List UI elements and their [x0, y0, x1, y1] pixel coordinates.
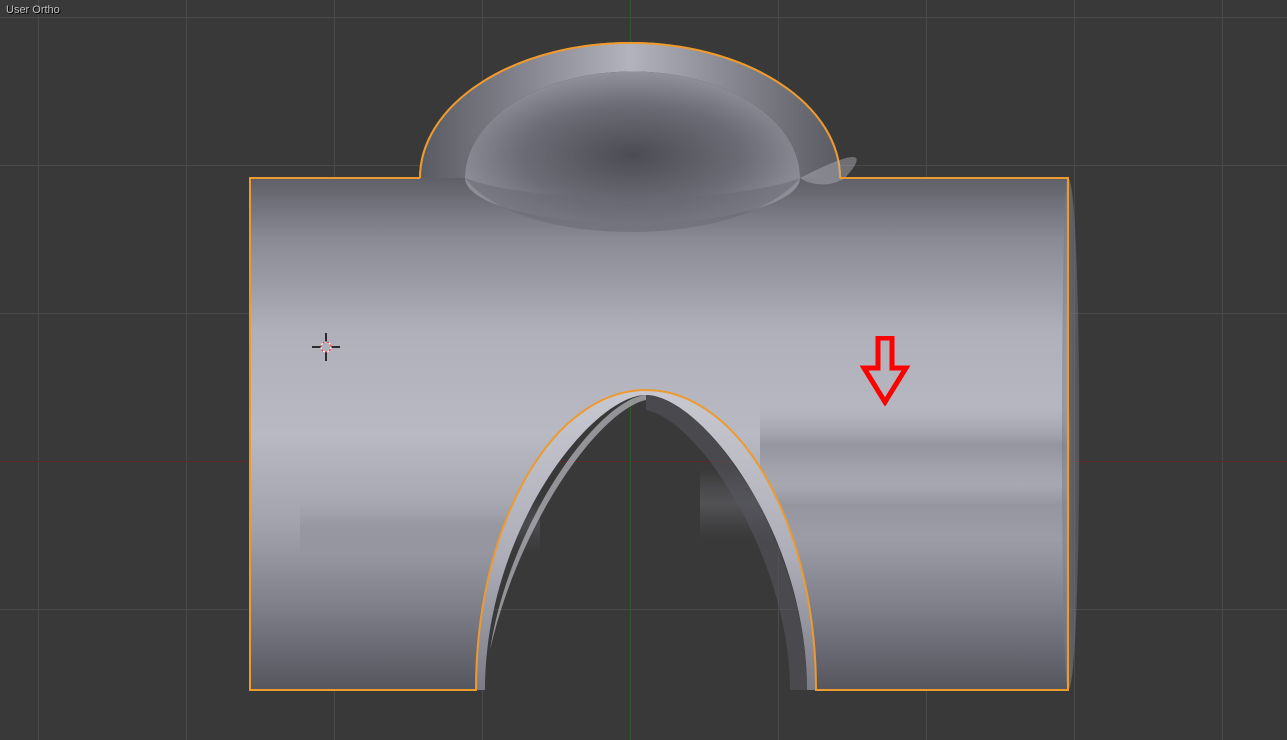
mesh-object[interactable]	[0, 0, 1287, 740]
viewport-3d[interactable]: User Ortho	[0, 0, 1287, 740]
view-label: User Ortho	[6, 4, 60, 16]
